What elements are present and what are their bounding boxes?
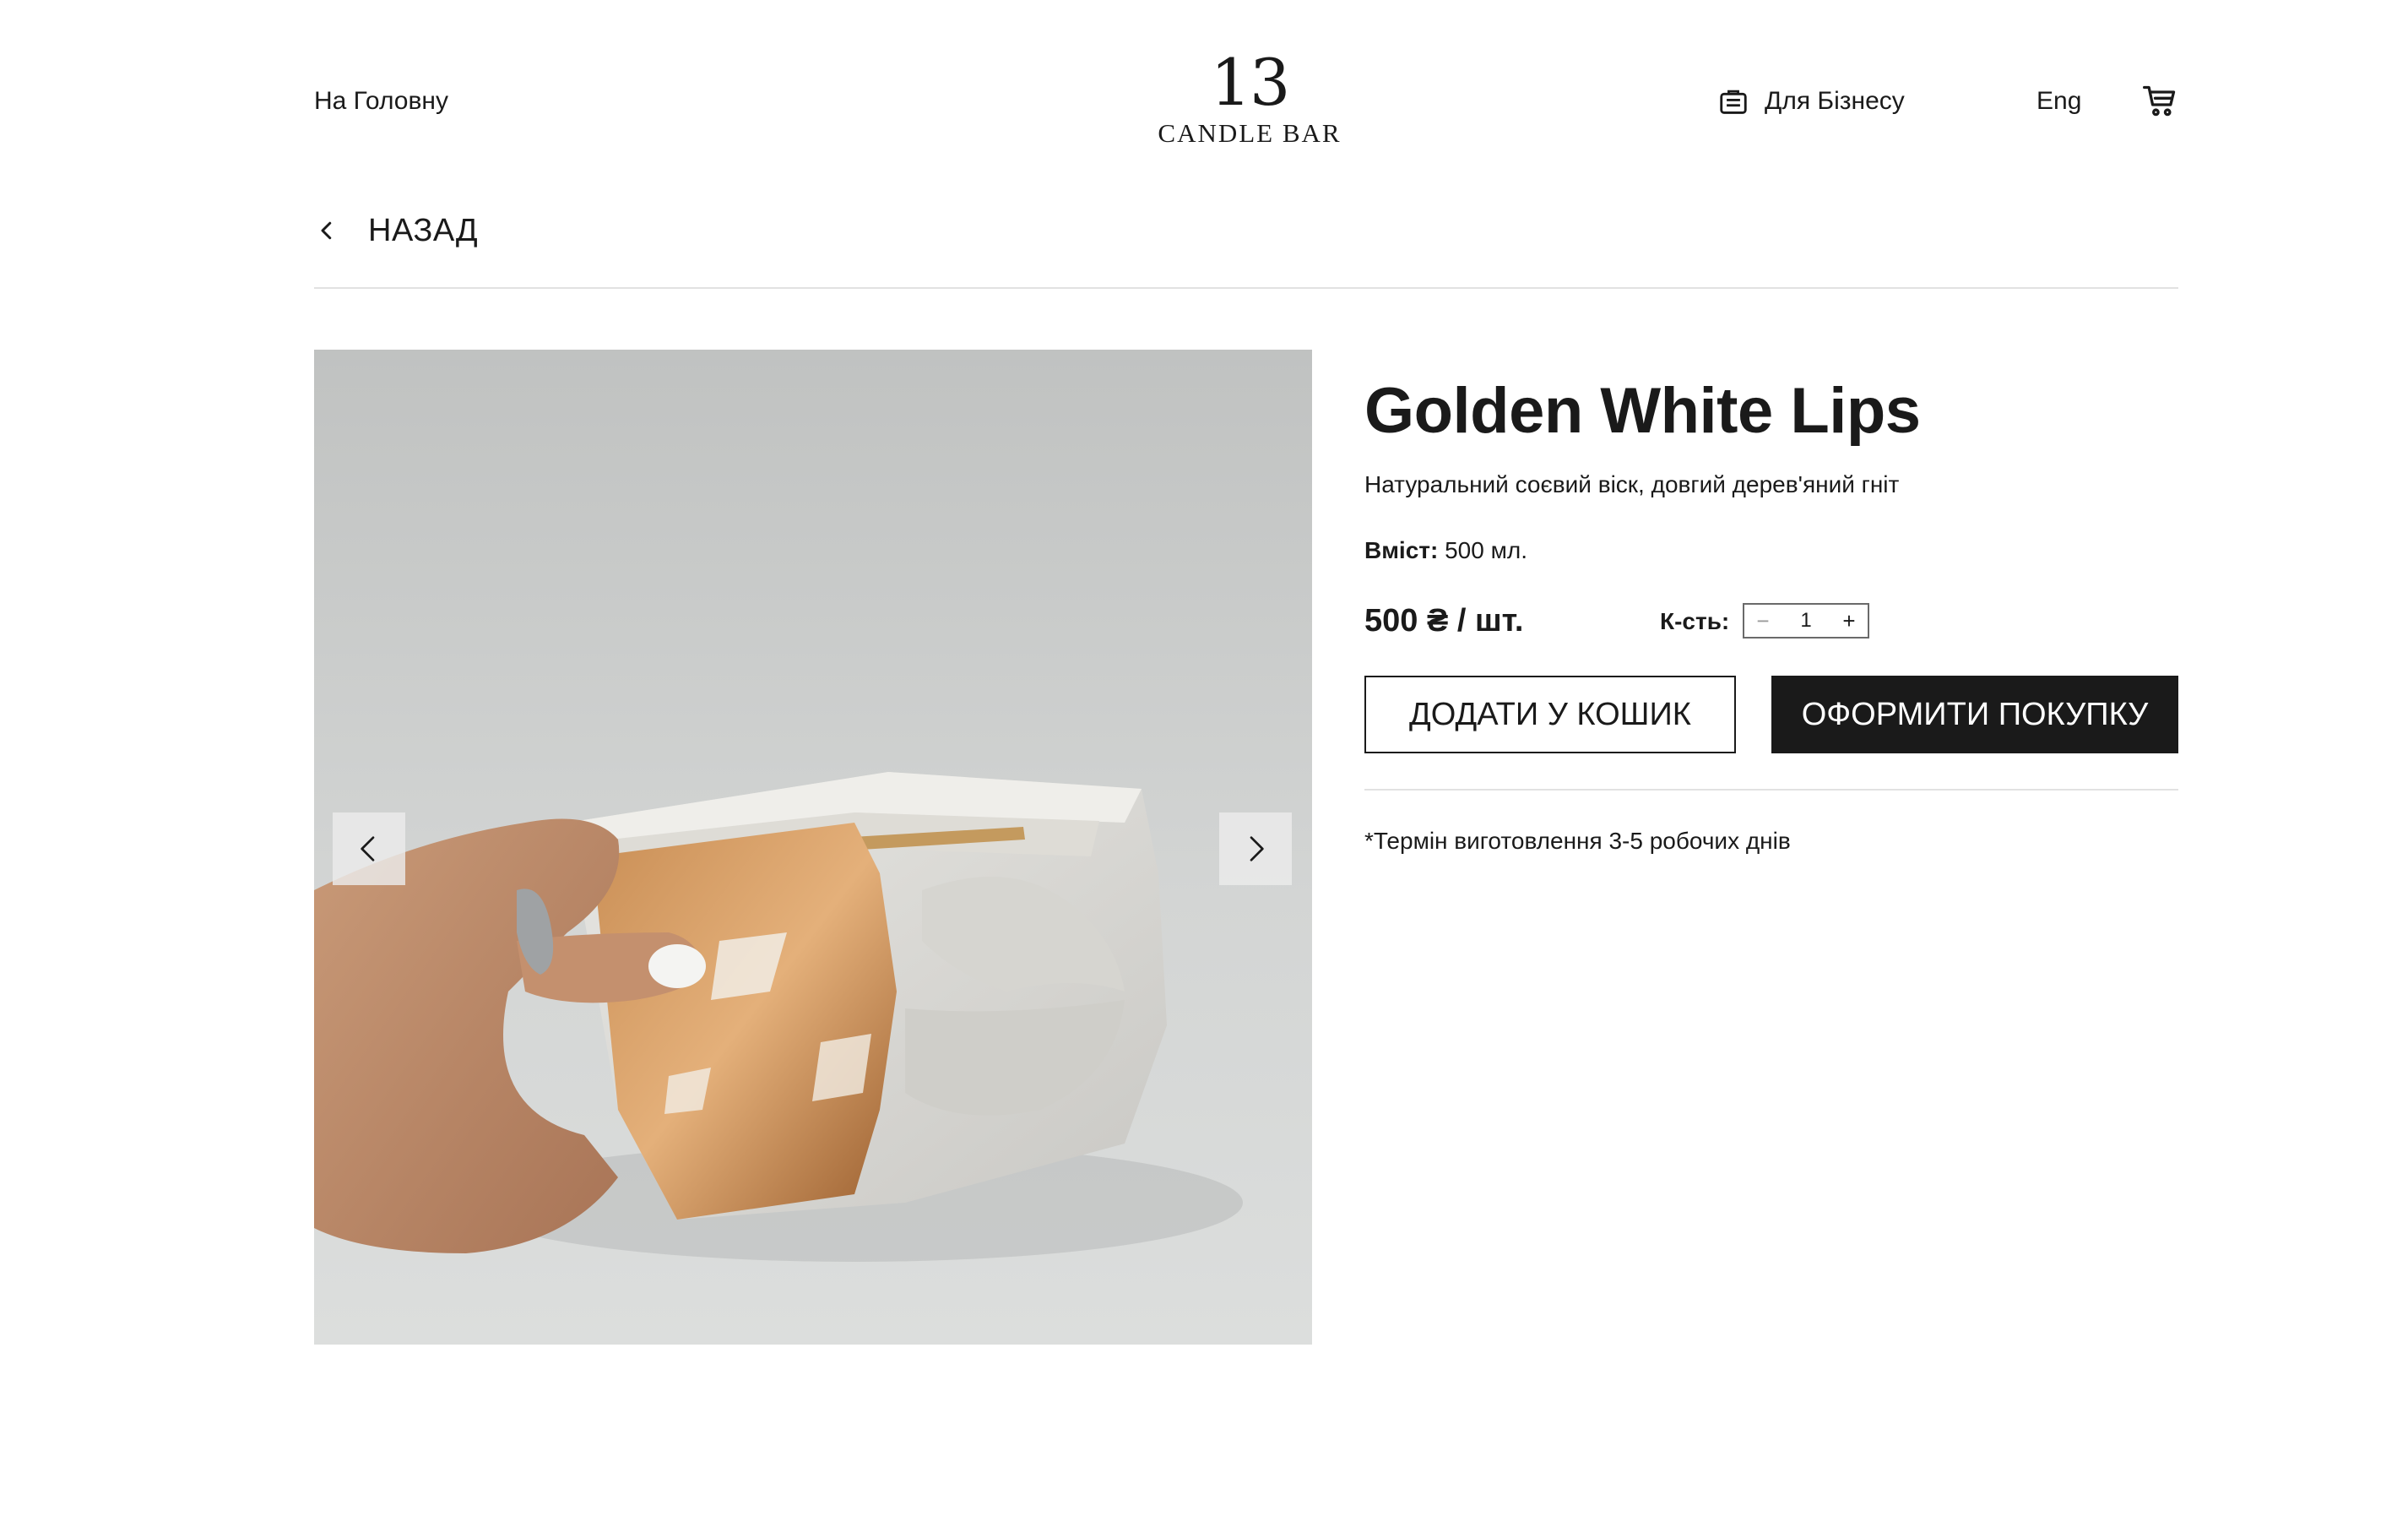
- checkout-button[interactable]: ОФОРМИТИ ПОКУПКУ: [1771, 676, 2178, 753]
- home-link[interactable]: На Головну: [314, 84, 448, 118]
- chevron-right-icon: [1250, 836, 1264, 861]
- back-button[interactable]: НАЗАД: [314, 209, 478, 252]
- briefcase-icon: [1720, 90, 1747, 114]
- divider: [1364, 789, 2178, 791]
- volume-label: Вміст:: [1364, 537, 1439, 563]
- chevron-left-icon: [361, 836, 375, 861]
- gallery-prev-button[interactable]: [333, 812, 405, 885]
- logo-number: 13: [1210, 45, 1291, 120]
- business-link[interactable]: Для Бізнесу: [1717, 84, 1905, 118]
- language-switch[interactable]: Eng: [2036, 84, 2081, 118]
- volume-value: 500 мл.: [1445, 537, 1527, 563]
- back-label: НАЗАД: [368, 212, 479, 248]
- quantity-stepper[interactable]: − 1 +: [1743, 603, 1869, 639]
- quantity-value[interactable]: 1: [1782, 605, 1830, 637]
- quantity-increase-button[interactable]: +: [1830, 605, 1868, 637]
- add-to-cart-button[interactable]: ДОДАТИ У КОШИК: [1364, 676, 1736, 753]
- production-note: *Термін виготовлення 3-5 робочих днів: [1364, 828, 1791, 854]
- gallery-next-button[interactable]: [1219, 812, 1292, 885]
- cart-icon: [2143, 85, 2176, 117]
- product-gallery[interactable]: [314, 350, 1312, 1345]
- quantity-decrease-button[interactable]: −: [1744, 605, 1782, 637]
- logo-text: CANDLE BAR: [1158, 118, 1342, 148]
- product-photo: [314, 350, 1312, 1345]
- divider: [314, 287, 2178, 289]
- logo[interactable]: 13 CANDLE BAR: [1148, 49, 1351, 159]
- product-volume: Вміст: 500 мл.: [1364, 534, 1527, 568]
- product-description: Натуральний соєвий віск, довгий дерев'ян…: [1364, 471, 1900, 497]
- business-link-label: Для Бізнесу: [1765, 87, 1905, 115]
- quantity-label: К-сть:: [1660, 608, 1730, 634]
- product-price: 500 ₴ / шт.: [1364, 603, 1524, 639]
- product-title: Golden White Lips: [1364, 375, 1921, 447]
- chevron-left-icon: [321, 221, 332, 240]
- cart-button[interactable]: [2141, 83, 2178, 120]
